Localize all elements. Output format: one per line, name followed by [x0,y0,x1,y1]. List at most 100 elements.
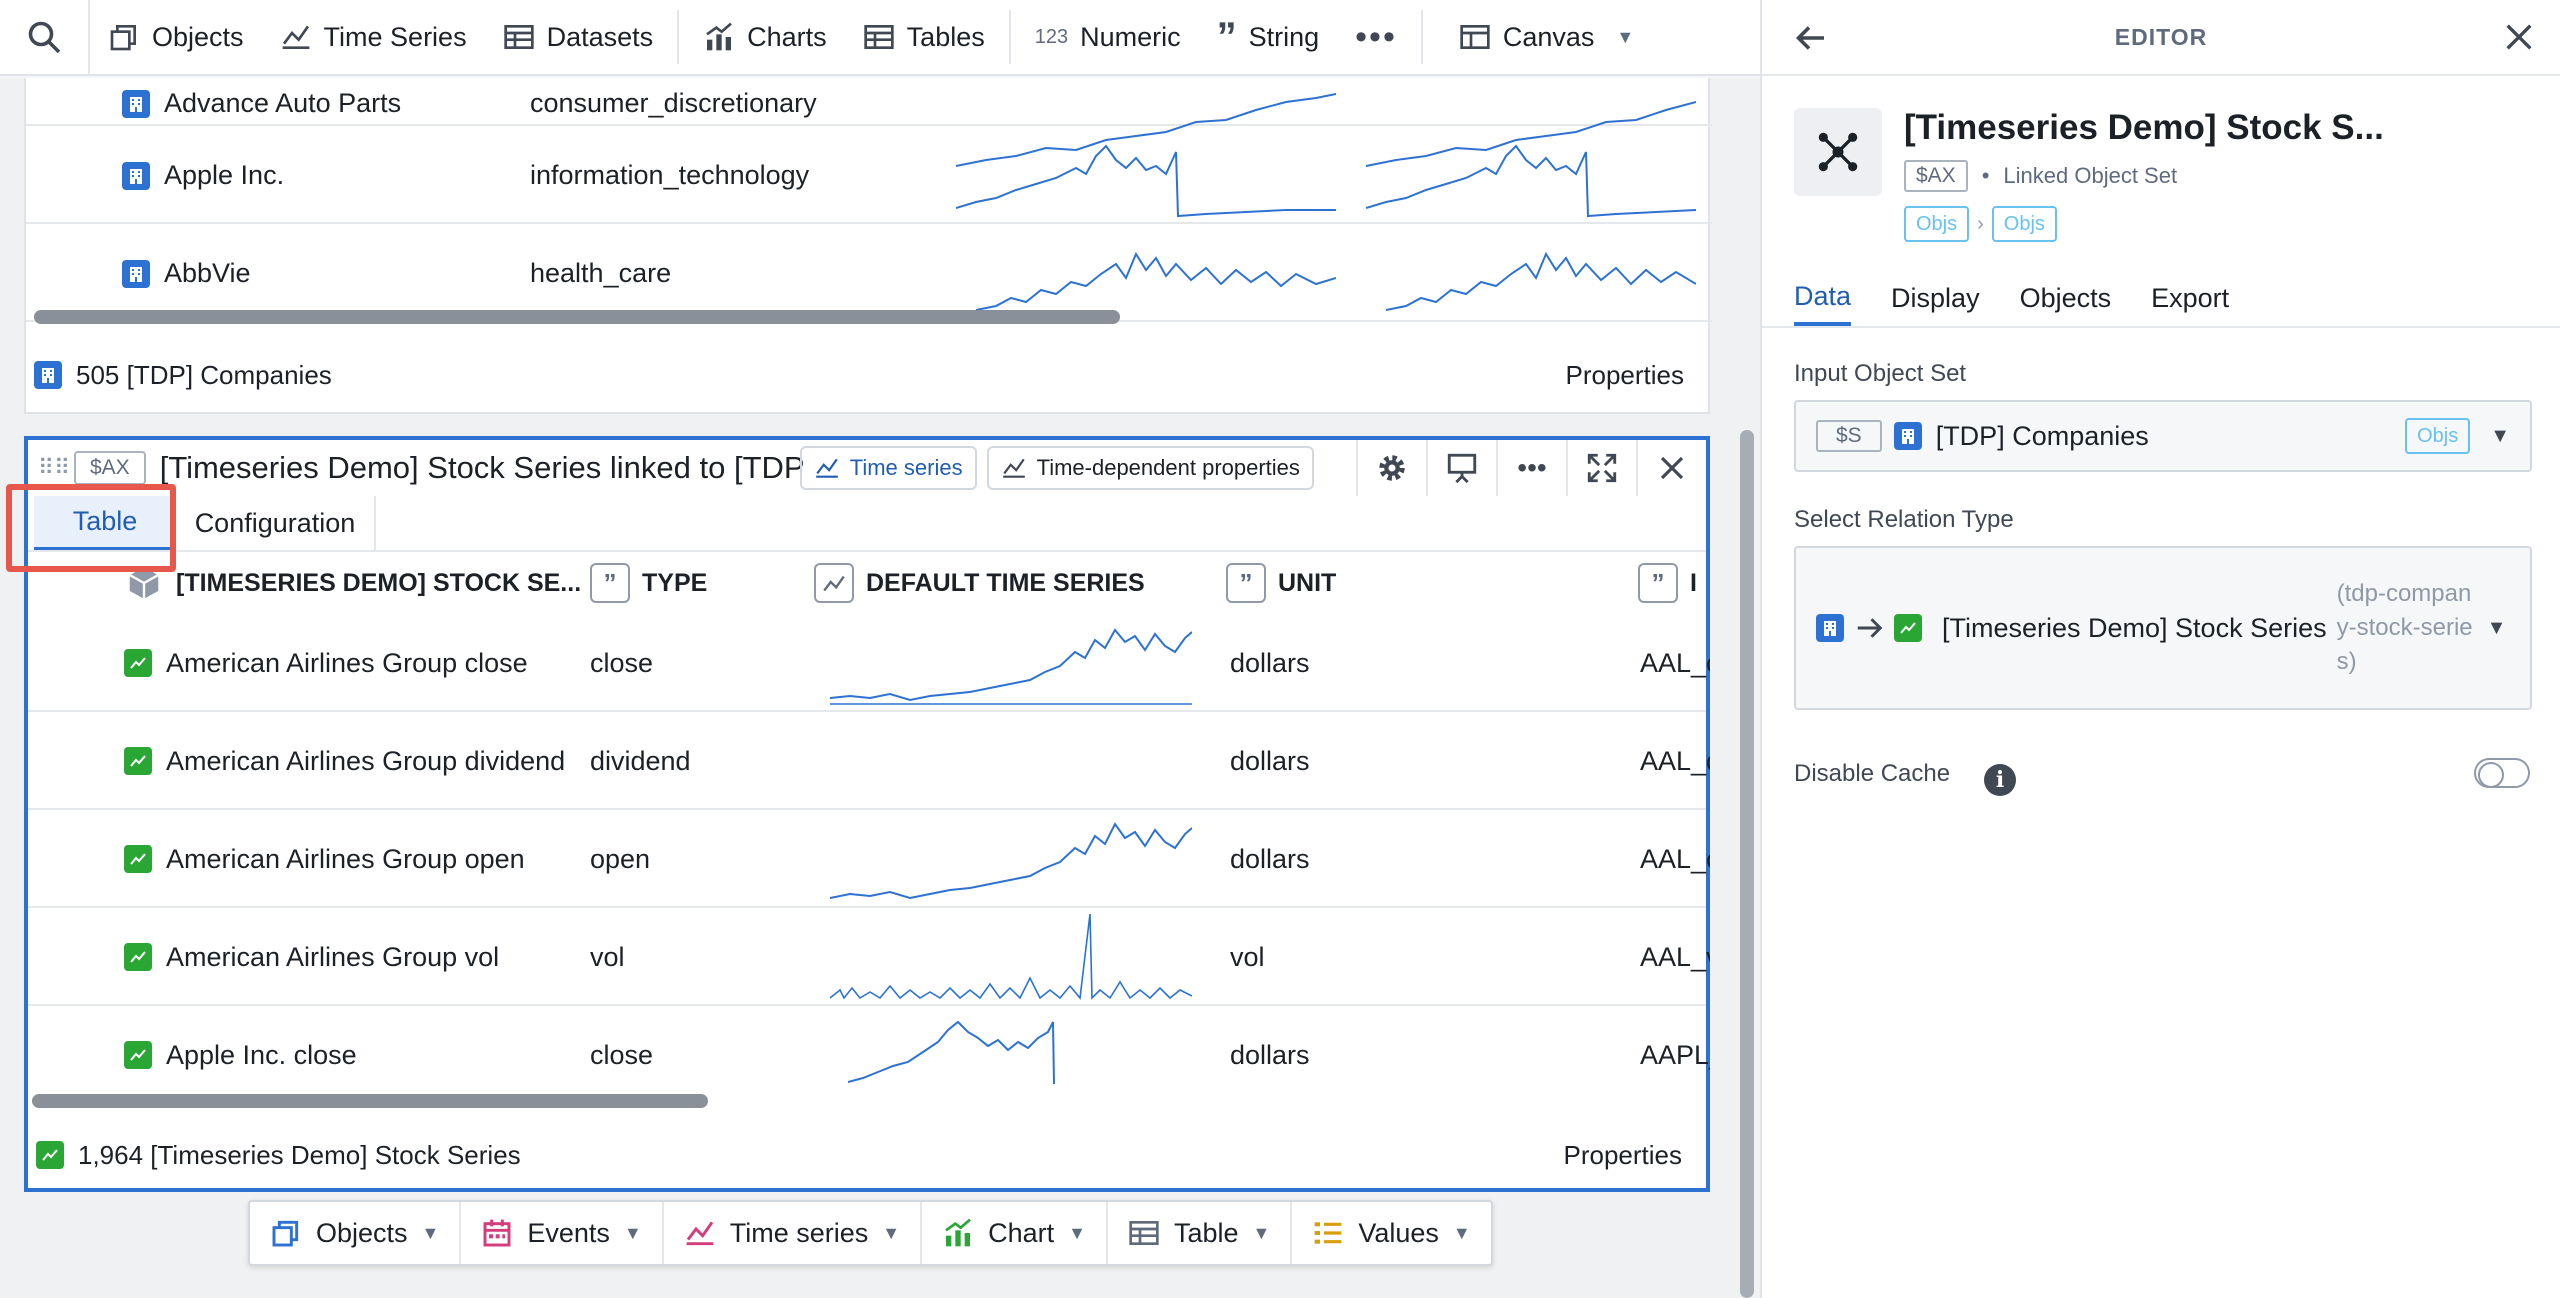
input-object-set-value: [TDP] Companies [1935,420,2149,451]
table-row[interactable]: American Airlines Group open open dollar… [28,810,1710,908]
line-chart-icon [815,458,838,478]
series-id: AAL_o [1640,843,1710,874]
timeseries-icon [124,649,152,677]
building-icon [122,161,150,190]
building-icon [1816,614,1844,642]
chevron-down-icon: ▼ [1252,1222,1271,1243]
series-name-cell: American Airlines Group close [124,614,528,712]
close-editor-button[interactable] [2502,20,2536,59]
editor-header-title: EDITOR [2114,23,2208,50]
relation-type-hint: (tdp-company-stock-series) [2336,580,2473,675]
canvas-scrollbar[interactable] [1740,430,1754,1298]
building-icon [122,259,150,288]
stock-series-widget[interactable]: ⠿⠿ $AX [Timeseries Demo] Stock Series li… [24,436,1710,1192]
present-button[interactable] [1426,440,1496,496]
settings-button[interactable] [1356,440,1426,496]
breadcrumb-objs[interactable]: Objs [1991,206,2057,242]
properties-link[interactable]: Properties [1564,1140,1683,1171]
column-header-type[interactable]: ” TYPE [590,552,707,614]
relation-type-select[interactable]: [Timeseries Demo] Stock Series (tdp-comp… [1794,546,2532,710]
column-header-name[interactable]: [TIMESERIES DEMO] STOCK SE... [124,552,581,614]
info-icon[interactable]: i [1984,764,2016,796]
close-icon [2506,24,2532,50]
series-name: American Airlines Group dividend [166,745,566,776]
tabs-divider [1762,326,2560,328]
sparkline [976,251,1336,311]
widget-header: ⠿⠿ $AX [Timeseries Demo] Stock Series li… [28,440,1706,496]
editor-header: EDITOR [1762,0,2560,76]
series-name-cell: American Airlines Group dividend [124,712,565,810]
column-header-unit[interactable]: ” UNIT [1226,552,1336,614]
highlight-box [6,484,176,572]
tab-objects[interactable]: Objects [2020,270,2112,326]
series-id: AAL_v [1640,941,1710,972]
table-row[interactable]: Advance Auto Parts consumer_discretionar… [26,28,1712,167]
arrow-left-icon [1795,26,1824,50]
column-header-type-label: TYPE [642,568,708,597]
back-button[interactable] [1794,20,1830,61]
table-row[interactable]: Apple Inc. information_technology [26,126,1712,224]
column-header-id[interactable]: ” I [1638,552,1710,614]
building-icon [34,361,62,389]
disable-cache-label: Disable Cache [1794,760,1951,787]
tab-configuration[interactable]: Configuration [176,496,376,550]
table-row[interactable]: American Airlines Group vol vol vol AAL_… [28,908,1710,1006]
time-series-chip[interactable]: Time series [799,446,977,490]
sparkline [830,822,1192,900]
add-values-button[interactable]: Values ▼ [1292,1202,1490,1264]
more-button[interactable]: ••• [1496,440,1566,496]
add-chart-button[interactable]: Chart ▼ [922,1202,1108,1264]
add-values-label: Values [1358,1217,1439,1248]
table-row[interactable]: American Airlines Group dividend dividen… [28,712,1710,810]
column-header-default-ts[interactable]: DEFAULT TIME SERIES [814,552,1145,614]
table-row[interactable]: Apple Inc. close close dollars AAPL_ [28,1006,1710,1104]
bar-line-chart-icon [945,1218,971,1247]
breadcrumb: Objs › Objs [1904,206,2057,242]
company-name: Apple Inc. [164,160,285,190]
tab-export[interactable]: Export [2151,270,2229,326]
series-type: close [590,647,654,678]
add-objects-button[interactable]: Objects ▼ [250,1202,462,1264]
horizontal-scrollbar[interactable] [34,310,1120,324]
more-icon: ••• [1517,452,1547,483]
table-row[interactable]: American Airlines Group close close doll… [28,614,1710,712]
series-name: Apple Inc. close [166,1039,357,1070]
add-objects-label: Objects [316,1217,408,1248]
input-object-set-select[interactable]: $S [TDP] Companies Objs ▼ [1794,400,2532,472]
table-row[interactable]: AbbVie health_care [26,224,1712,322]
series-name-cell: American Airlines Group open [124,810,525,908]
company-sector: consumer_discretionary [530,88,817,118]
chevron-down-icon: ▼ [882,1222,901,1243]
horizontal-scrollbar[interactable] [32,1094,708,1108]
close-widget-button[interactable] [1636,440,1706,496]
add-table-button[interactable]: Table ▼ [1108,1202,1293,1264]
quote-icon: ” [1226,563,1266,603]
add-events-button[interactable]: Events ▼ [461,1202,664,1264]
cube-stack-icon [272,1220,299,1247]
table-icon [1129,1221,1159,1245]
add-widget-bar: Objects ▼ Events ▼ Time series ▼ Chart ▼… [248,1200,1493,1266]
tab-display[interactable]: Display [1891,270,1980,326]
series-unit: dollars [1230,1039,1310,1070]
chevron-down-icon: ▼ [1452,1222,1471,1243]
disable-cache-toggle[interactable] [2474,758,2530,788]
time-dependent-chip[interactable]: Time-dependent properties [986,446,1314,490]
series-id: AAPL_ [1640,1039,1710,1070]
sparkline [848,1020,1055,1085]
column-header-default-ts-label: DEFAULT TIME SERIES [866,568,1145,597]
timeseries-icon [124,845,152,873]
quote-icon: ” [590,563,630,603]
widget-tabs: Table Configuration [28,496,1706,552]
widget-title: [Timeseries Demo] Stock Series linked to… [159,450,804,485]
add-chart-label: Chart [988,1217,1055,1248]
properties-link[interactable]: Properties [1566,360,1685,391]
add-time-series-button[interactable]: Time series ▼ [664,1202,923,1264]
tab-data[interactable]: Data [1794,270,1852,326]
series-unit: dollars [1230,647,1310,678]
fullscreen-button[interactable] [1566,440,1636,496]
timeseries-icon [124,747,152,775]
companies-widget: Advance Auto Parts consumer_discretionar… [24,78,1712,414]
chevron-down-icon: ▼ [421,1222,440,1243]
breadcrumb-objs[interactable]: Objs [1904,206,1970,242]
drag-handle-icon[interactable]: ⠿⠿ [34,455,74,481]
